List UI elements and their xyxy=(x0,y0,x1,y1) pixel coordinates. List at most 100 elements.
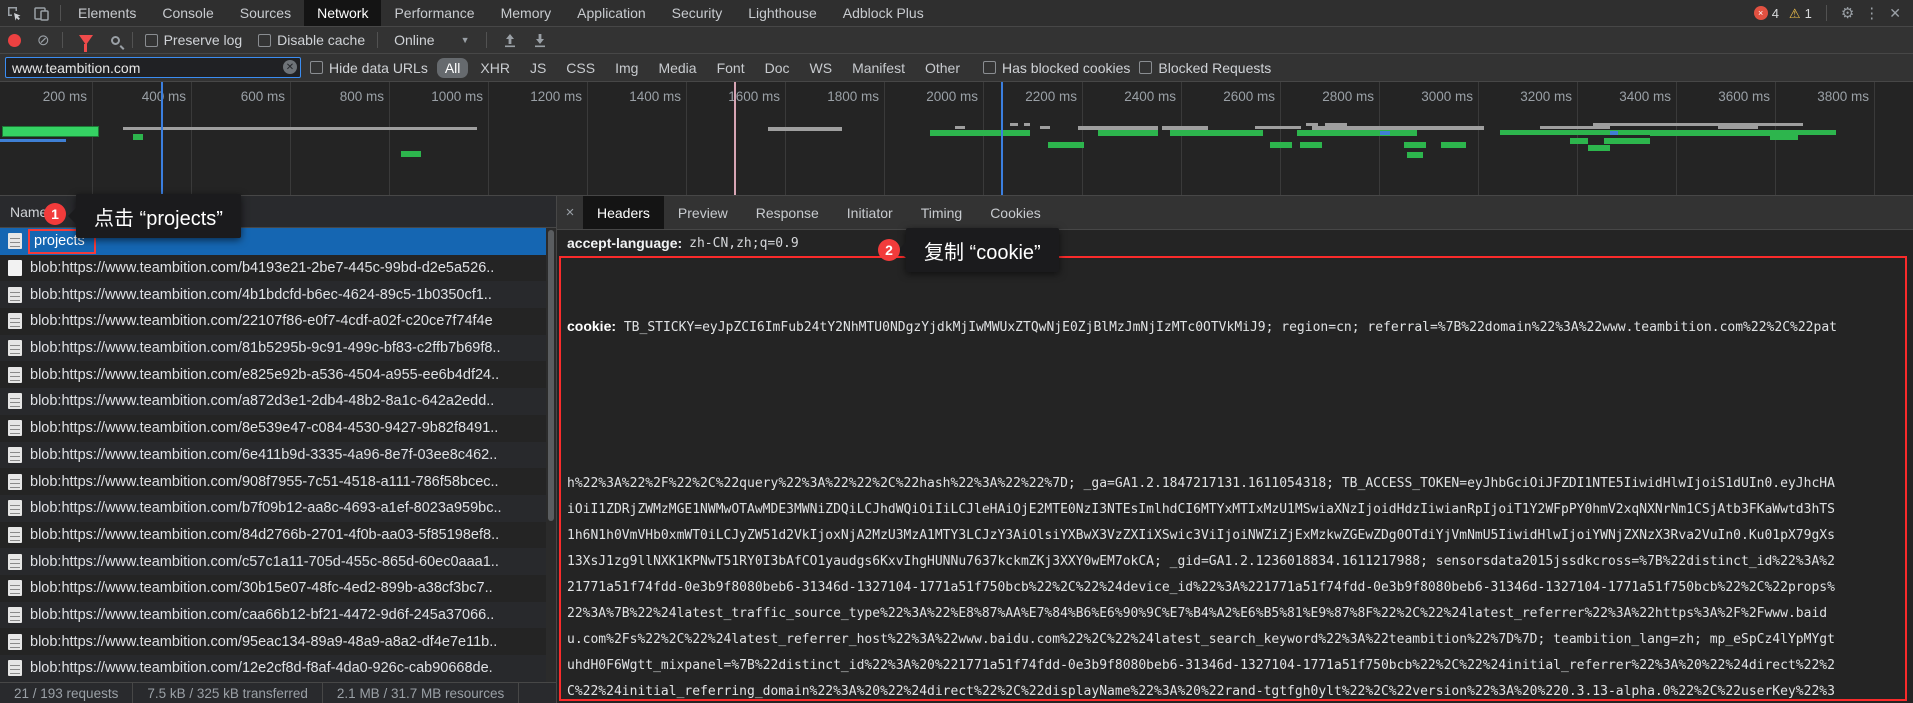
cookie-value-line: uhdH0F6Wgtt_mixpanel=%7B%22distinct_id%2… xyxy=(567,653,1905,679)
disable-cache-checkbox[interactable]: Disable cache xyxy=(258,32,365,48)
search-icon[interactable] xyxy=(111,36,120,45)
request-row[interactable]: blob:https://www.teambition.com/a872d3e1… xyxy=(0,388,556,415)
request-row[interactable]: blob:https://www.teambition.com/84d2766b… xyxy=(0,522,556,549)
detail-tab[interactable]: Timing xyxy=(907,196,977,229)
main-tab[interactable]: Application xyxy=(564,0,659,26)
waterfall-bar xyxy=(1048,142,1084,148)
close-devtools-icon[interactable]: ✕ xyxy=(1889,5,1901,22)
request-row[interactable]: blob:https://www.teambition.com/b7f09b12… xyxy=(0,495,556,522)
checkbox[interactable] xyxy=(983,61,996,74)
preserve-log-checkbox[interactable]: Preserve log xyxy=(145,32,243,48)
main-tab[interactable]: Lighthouse xyxy=(735,0,830,26)
checkbox[interactable] xyxy=(1139,61,1152,74)
settings-gear-icon[interactable]: ⚙ xyxy=(1841,4,1854,22)
console-warning-badge[interactable]: ⚠ 1 xyxy=(1789,6,1812,21)
export-har-icon[interactable] xyxy=(533,33,547,48)
detail-tab[interactable]: Headers xyxy=(583,196,664,229)
request-name: blob:https://www.teambition.com/e825e92b… xyxy=(30,367,499,383)
resource-type-chip[interactable]: JS xyxy=(522,58,554,78)
waterfall-bar xyxy=(1593,123,1803,126)
close-detail-icon[interactable]: × xyxy=(557,196,583,229)
main-tab[interactable]: Elements xyxy=(65,0,149,26)
request-row[interactable]: blob:https://www.teambition.com/30b15e07… xyxy=(0,575,556,602)
resource-type-chip[interactable]: XHR xyxy=(472,58,518,78)
cookie-header-value[interactable]: cookie: TB_STICKY=eyJpZCI6ImFub24tY2NhMT… xyxy=(559,256,1907,701)
detail-tab[interactable]: Cookies xyxy=(976,196,1055,229)
main-tab[interactable]: Performance xyxy=(381,0,487,26)
request-row[interactable]: blob:https://www.teambition.com/8e539e47… xyxy=(0,415,556,442)
main-tab[interactable]: Security xyxy=(659,0,736,26)
resource-type-chip[interactable]: Font xyxy=(709,58,753,78)
file-icon xyxy=(8,660,22,676)
console-error-badge[interactable]: × 4 xyxy=(1754,6,1779,21)
detail-tab[interactable]: Response xyxy=(742,196,833,229)
detail-tab[interactable]: Initiator xyxy=(833,196,907,229)
request-row[interactable]: blob:https://www.teambition.com/81b5295b… xyxy=(0,335,556,362)
file-icon xyxy=(8,340,22,356)
throttling-dropdown[interactable]: Online ▼ xyxy=(390,32,473,48)
request-row[interactable]: blob:https://www.teambition.com/caa66b12… xyxy=(0,602,556,629)
resource-type-chip[interactable]: Manifest xyxy=(844,58,913,78)
blocked-requests-checkbox[interactable]: Blocked Requests xyxy=(1139,60,1271,76)
cookie-value-line: C%22%24initial_referring_domain%22%3A%20… xyxy=(567,679,1905,701)
main-tab[interactable]: Sources xyxy=(227,0,304,26)
resource-type-chip[interactable]: Other xyxy=(917,58,968,78)
clear-filter-icon[interactable]: ✕ xyxy=(283,60,297,74)
main-tab[interactable]: Console xyxy=(149,0,226,26)
file-icon xyxy=(8,233,22,249)
request-name: blob:https://www.teambition.com/b4193e21… xyxy=(30,260,494,276)
inspect-element-icon[interactable] xyxy=(6,5,23,22)
main-tab[interactable]: Network xyxy=(304,0,381,26)
checkbox[interactable] xyxy=(258,34,271,47)
requests-panel: Name projects blob:https://www.teambitio… xyxy=(0,196,557,703)
divider xyxy=(486,32,487,48)
request-name: blob:https://www.teambition.com/908f7955… xyxy=(30,474,499,490)
clear-network-log-icon[interactable]: ⊘ xyxy=(37,33,50,48)
request-row[interactable]: blob:https://www.teambition.com/4b1bdcfd… xyxy=(0,281,556,308)
requests-scrollbar[interactable] xyxy=(546,228,556,682)
cookie-value-line: iOiI1ZDRjZWMzMGE1NWMwOTAwMDE3MWNiZDQiLCJ… xyxy=(567,497,1905,523)
main-tab[interactable]: Memory xyxy=(488,0,565,26)
import-har-icon[interactable] xyxy=(503,33,517,48)
waterfall-bar xyxy=(1404,142,1426,148)
waterfall-bar xyxy=(1441,142,1466,148)
request-row[interactable]: blob:https://www.teambition.com/c57c1a11… xyxy=(0,548,556,575)
record-network-log-button[interactable] xyxy=(8,34,21,47)
resource-type-chip[interactable]: WS xyxy=(802,58,841,78)
main-tab[interactable]: Adblock Plus xyxy=(830,0,937,26)
request-name: blob:https://www.teambition.com/12e2cf8d… xyxy=(30,660,493,676)
device-toolbar-icon[interactable] xyxy=(33,5,50,22)
timeline-tick-label: 600 ms xyxy=(241,89,285,104)
waterfall-bar xyxy=(1650,130,1790,136)
request-name: blob:https://www.teambition.com/81b5295b… xyxy=(30,340,500,356)
filter-funnel-icon[interactable] xyxy=(79,35,93,45)
request-row[interactable]: blob:https://www.teambition.com/22107f86… xyxy=(0,308,556,335)
request-row[interactable]: blob:https://www.teambition.com/95eac134… xyxy=(0,628,556,655)
network-filter-bar: ✕ Hide data URLs AllXHRJSCSSImgMediaFont… xyxy=(0,54,1913,82)
has-blocked-cookies-checkbox[interactable]: Has blocked cookies xyxy=(983,60,1130,76)
request-row[interactable]: blob:https://www.teambition.com/b4193e21… xyxy=(0,255,556,282)
detail-tab[interactable]: Preview xyxy=(664,196,742,229)
checkbox[interactable] xyxy=(310,61,323,74)
file-icon xyxy=(8,474,22,490)
checkbox[interactable] xyxy=(145,34,158,47)
waterfall-bar xyxy=(1010,123,1018,126)
request-name: blob:https://www.teambition.com/8e539e47… xyxy=(30,420,498,436)
resource-type-chip[interactable]: All xyxy=(437,58,469,78)
request-row[interactable]: blob:https://www.teambition.com/6e411b9d… xyxy=(0,442,556,469)
resource-type-chip[interactable]: Doc xyxy=(757,58,798,78)
network-overview-timeline[interactable]: 200 ms 400 ms 600 ms 800 ms xyxy=(0,82,1913,196)
filter-input[interactable] xyxy=(5,57,301,78)
request-row[interactable]: blob:https://www.teambition.com/908f7955… xyxy=(0,468,556,495)
request-name: blob:https://www.teambition.com/30b15e07… xyxy=(30,580,493,596)
resource-type-chip[interactable]: Img xyxy=(607,58,646,78)
request-row[interactable]: blob:https://www.teambition.com/e825e92b… xyxy=(0,361,556,388)
status-bar-item: 2.1 MB / 31.7 MB resources xyxy=(323,683,519,703)
scrollbar-thumb[interactable] xyxy=(548,230,554,521)
more-options-kebab-icon[interactable]: ⋮ xyxy=(1864,4,1879,22)
resource-type-chip[interactable]: CSS xyxy=(558,58,603,78)
hide-data-urls-checkbox[interactable]: Hide data URLs xyxy=(310,60,428,76)
divider xyxy=(132,32,133,48)
resource-type-chip[interactable]: Media xyxy=(650,58,704,78)
request-row[interactable]: blob:https://www.teambition.com/12e2cf8d… xyxy=(0,655,556,682)
